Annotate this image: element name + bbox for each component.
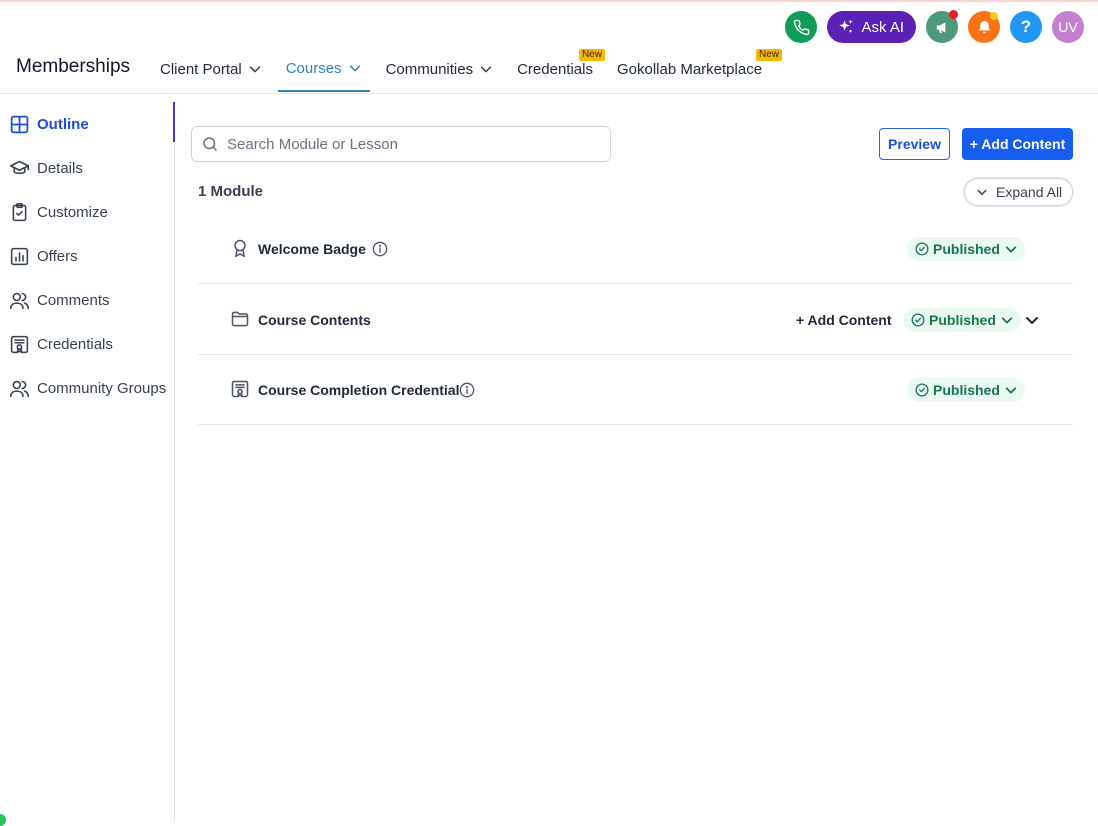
check-circle-icon	[911, 313, 925, 326]
row-title: Course Completion Credential	[258, 381, 460, 398]
tab-gokollab-marketplace[interactable]: Gokollab Marketplace New	[609, 46, 783, 92]
check-circle-icon	[915, 383, 929, 396]
avatar-initials: UV	[1058, 19, 1078, 35]
sidebar-item-label: Outline	[37, 115, 89, 133]
notification-dot	[949, 10, 958, 19]
announcements-button[interactable]	[926, 10, 958, 43]
tab-credentials[interactable]: Credentials New	[509, 46, 605, 92]
status-label: Published	[933, 240, 1000, 257]
search-input[interactable]	[227, 135, 597, 153]
info-icon[interactable]	[459, 382, 475, 398]
status-badge[interactable]: Published	[907, 236, 1025, 261]
notification-dot	[990, 12, 998, 20]
clipboard-check-icon	[12, 202, 27, 221]
list-item-course-completion-credential[interactable]: Course Completion Credential Published	[198, 355, 1073, 425]
sidebar-item-label: Details	[37, 159, 83, 177]
sidebar-item-label: Comments	[37, 291, 110, 309]
sidebar-item-credentials[interactable]: Credentials	[0, 322, 174, 366]
sidebar-item-label: Community Groups	[37, 379, 167, 397]
chevron-down-icon	[1005, 245, 1017, 252]
list-item-welcome-badge[interactable]: Welcome Badge Published	[198, 214, 1073, 284]
sparkle-icon	[839, 19, 854, 33]
top-nav: Client Portal Courses Communities Creden…	[152, 46, 783, 92]
certificate-icon	[10, 335, 29, 353]
tab-label: Communities	[385, 60, 474, 78]
sidebar-item-label: Customize	[37, 203, 108, 221]
folder-icon	[231, 311, 249, 327]
sidebar-item-offers[interactable]: Offers	[0, 234, 174, 278]
course-sidebar: Outline Details Customize Offers Comment…	[0, 102, 175, 822]
tab-client-portal[interactable]: Client Portal	[152, 46, 270, 92]
certificate-icon	[231, 380, 249, 398]
sidebar-item-community-groups[interactable]: Community Groups	[0, 366, 174, 410]
search-icon	[203, 137, 217, 151]
status-label: Published	[933, 381, 1000, 398]
graduation-cap-icon	[9, 160, 30, 174]
status-badge[interactable]: Published	[907, 377, 1025, 402]
check-circle-icon	[915, 242, 929, 255]
expand-all-button[interactable]: Expand All	[964, 178, 1073, 206]
award-icon	[234, 239, 246, 258]
row-title: Course Contents	[258, 311, 371, 328]
ask-ai-label: Ask AI	[861, 18, 904, 36]
users-icon	[9, 380, 30, 397]
chevron-down-icon	[479, 62, 493, 76]
chevron-down-icon	[348, 61, 362, 75]
list-item-course-contents[interactable]: Course Contents + Add Content Published	[198, 285, 1073, 355]
tab-label: Gokollab Marketplace	[616, 60, 763, 78]
chevron-down-icon	[1005, 386, 1017, 393]
sidebar-item-outline[interactable]: Outline	[0, 102, 175, 146]
new-badge: New	[756, 49, 783, 61]
phone-icon	[793, 19, 810, 35]
notifications-button[interactable]	[968, 11, 1000, 43]
top-header: Ask AI ? UV Memberships Client Portal Co…	[0, 2, 1098, 94]
phone-button[interactable]	[785, 11, 818, 43]
row-title: Welcome Badge	[258, 240, 366, 257]
chevron-down-icon	[248, 62, 262, 76]
status-label: Published	[929, 311, 996, 328]
sidebar-item-customize[interactable]: Customize	[0, 190, 174, 234]
new-badge: New	[578, 49, 605, 61]
sidebar-item-label: Offers	[37, 247, 78, 265]
users-icon	[9, 292, 30, 309]
tab-courses[interactable]: Courses	[277, 46, 370, 92]
sidebar-item-comments[interactable]: Comments	[0, 278, 174, 322]
tab-label: Courses	[285, 59, 342, 77]
bell-icon	[978, 20, 990, 33]
chevron-down-icon	[977, 189, 987, 195]
user-avatar[interactable]: UV	[1052, 11, 1084, 43]
tab-communities[interactable]: Communities	[378, 46, 502, 92]
sidebar-item-details[interactable]: Details	[0, 146, 174, 190]
grid-icon	[10, 115, 29, 133]
tab-label: Client Portal	[160, 60, 242, 78]
megaphone-icon	[936, 22, 945, 33]
preview-button[interactable]: Preview	[879, 128, 950, 160]
add-content-button[interactable]: + Add Content	[962, 128, 1073, 160]
bar-chart-icon	[10, 247, 29, 265]
module-count: 1 Module	[198, 183, 264, 200]
expand-chevron-icon[interactable]	[1024, 312, 1040, 328]
sidebar-item-label: Credentials	[37, 335, 113, 353]
tab-label: Credentials	[517, 60, 593, 78]
utility-bar: Ask AI ? UV	[785, 10, 1084, 44]
help-icon: ?	[1020, 17, 1032, 36]
row-add-content-button[interactable]: + Add Content	[796, 312, 892, 328]
app-title: Memberships	[16, 56, 131, 77]
chevron-down-icon	[1001, 316, 1013, 323]
expand-all-label: Expand All	[996, 184, 1063, 200]
help-button[interactable]: ?	[1010, 11, 1042, 43]
info-icon[interactable]	[372, 241, 388, 257]
status-badge[interactable]: Published	[903, 307, 1021, 332]
ask-ai-button[interactable]: Ask AI	[827, 11, 916, 43]
search-box	[191, 126, 611, 162]
